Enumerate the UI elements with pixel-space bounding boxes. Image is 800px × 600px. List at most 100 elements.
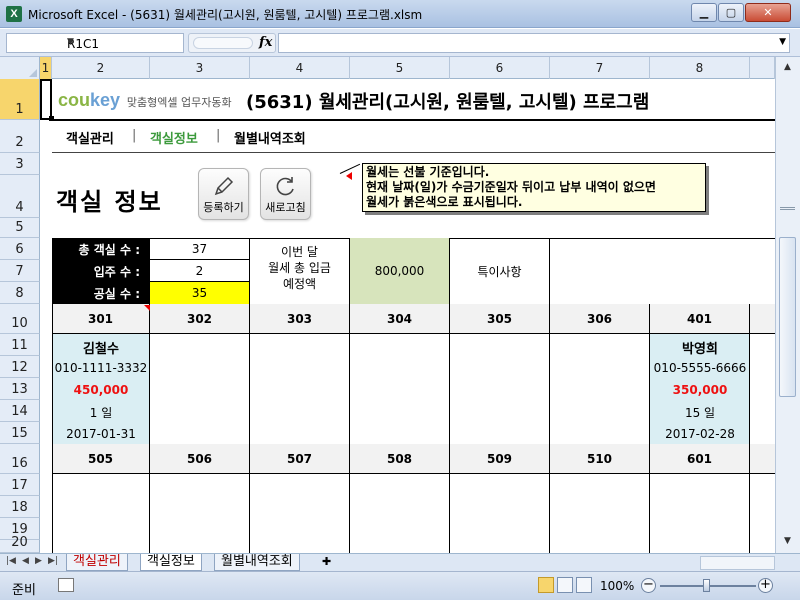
room-number[interactable]: 401: [650, 304, 750, 334]
row-header[interactable]: 14: [0, 400, 40, 422]
room-number[interactable]: 507: [250, 444, 350, 474]
chevron-down-icon[interactable]: ▼: [67, 37, 179, 47]
row-header[interactable]: 5: [0, 218, 40, 238]
zoom-out-icon[interactable]: −: [641, 578, 656, 593]
scroll-down-icon[interactable]: ▼: [779, 533, 796, 550]
close-button[interactable]: ✕: [745, 3, 791, 22]
row-header[interactable]: 17: [0, 474, 40, 496]
row-header[interactable]: 11: [0, 334, 40, 356]
expected-rent-value[interactable]: 800,000: [350, 238, 450, 304]
row-header[interactable]: 18: [0, 496, 40, 518]
row-header[interactable]: 3: [0, 153, 40, 175]
row-header[interactable]: 6: [0, 238, 40, 260]
insert-function-icon[interactable]: fx: [259, 35, 272, 50]
room-card-empty[interactable]: [350, 474, 450, 553]
room-number[interactable]: 506: [150, 444, 250, 474]
select-all-button[interactable]: [0, 57, 40, 79]
column-header[interactable]: 8: [650, 57, 750, 79]
room-number[interactable]: 601: [650, 444, 750, 474]
row-header[interactable]: 4: [0, 175, 40, 218]
room-number[interactable]: 304: [350, 304, 450, 334]
row-header[interactable]: 7: [0, 260, 40, 282]
room-card-empty[interactable]: [550, 334, 650, 444]
tab-room-info[interactable]: 객실정보: [140, 554, 202, 571]
name-box[interactable]: R1C1 ▼: [6, 33, 184, 53]
row-header[interactable]: 16: [0, 444, 40, 474]
room-card-empty[interactable]: [150, 334, 250, 444]
room-number[interactable]: 505: [52, 444, 150, 474]
nav-separator: |: [132, 128, 137, 143]
refresh-button[interactable]: 새로고침: [260, 168, 311, 220]
macro-record-icon[interactable]: [58, 578, 74, 592]
nav-room-info[interactable]: 객실정보: [150, 128, 198, 147]
column-header[interactable]: 5: [350, 57, 450, 79]
horizontal-scrollbar[interactable]: [700, 556, 775, 570]
column-header[interactable]: 7: [550, 57, 650, 79]
column-header[interactable]: 3: [150, 57, 250, 79]
room-number[interactable]: 301: [52, 304, 150, 334]
prev-sheet-icon[interactable]: ◀: [22, 556, 29, 566]
scroll-up-icon[interactable]: ▲: [779, 59, 796, 76]
room-number[interactable]: 510: [550, 444, 650, 474]
contract-date: 2017-01-31: [66, 427, 136, 441]
formula-input[interactable]: ▼: [278, 33, 790, 53]
room-card-empty[interactable]: [250, 334, 350, 444]
zoom-level[interactable]: 100%: [600, 579, 634, 593]
minimize-button[interactable]: ▁: [691, 3, 717, 22]
nav-room-management[interactable]: 객실관리: [66, 128, 114, 147]
first-sheet-icon[interactable]: |◀: [6, 556, 16, 566]
register-button[interactable]: 등록하기: [198, 168, 249, 220]
selected-cell[interactable]: [40, 79, 52, 120]
formula-resize-handle[interactable]: [193, 37, 253, 49]
occupied-value[interactable]: 2: [150, 260, 250, 282]
room-number[interactable]: 509: [450, 444, 550, 474]
total-rooms-value[interactable]: 37: [150, 238, 250, 260]
next-sheet-icon[interactable]: ▶: [35, 556, 42, 566]
room-number[interactable]: 305: [450, 304, 550, 334]
last-sheet-icon[interactable]: ▶|: [48, 556, 58, 566]
zoom-slider-thumb[interactable]: [703, 579, 710, 592]
row-header[interactable]: 15: [0, 422, 40, 444]
page-break-preview-icon[interactable]: [576, 577, 592, 593]
expand-formula-icon[interactable]: ▼: [779, 37, 786, 47]
nav-monthly-history[interactable]: 월별내역조회: [234, 128, 306, 147]
split-handle[interactable]: [780, 207, 795, 210]
room-card-empty[interactable]: [250, 474, 350, 553]
zoom-in-icon[interactable]: +: [758, 578, 773, 593]
tenant-name: 김철수: [83, 341, 119, 357]
normal-view-icon[interactable]: [538, 577, 554, 593]
column-header[interactable]: 4: [250, 57, 350, 79]
row-header[interactable]: 13: [0, 378, 40, 400]
row-header[interactable]: 10: [0, 304, 40, 334]
room-card-empty[interactable]: [550, 474, 650, 553]
vacant-value[interactable]: 35: [150, 282, 250, 304]
room-number[interactable]: 303: [250, 304, 350, 334]
column-header[interactable]: 6: [450, 57, 550, 79]
scroll-thumb[interactable]: [779, 237, 796, 397]
room-number[interactable]: 302: [150, 304, 250, 334]
room-card-empty[interactable]: [450, 334, 550, 444]
column-header[interactable]: [750, 57, 775, 79]
column-header[interactable]: 1: [40, 57, 52, 79]
room-card-empty[interactable]: [52, 474, 150, 553]
room-card-empty[interactable]: [150, 474, 250, 553]
tab-monthly-history[interactable]: 월별내역조회: [214, 554, 300, 571]
row-header[interactable]: 2: [0, 120, 40, 153]
row-header[interactable]: 20: [0, 535, 40, 553]
room-number[interactable]: 306: [550, 304, 650, 334]
insert-sheet-icon[interactable]: ✚: [322, 555, 340, 569]
tab-room-management[interactable]: 객실관리: [66, 554, 128, 571]
row-header[interactable]: 1: [0, 79, 40, 120]
remarks-field[interactable]: [550, 238, 775, 304]
worksheet[interactable]: coukey 맞춤형엑셀 업무자동화 (5631) 월세관리(고시원, 원룸텔,…: [40, 79, 775, 553]
maximize-button[interactable]: ▢: [718, 3, 744, 22]
room-card-empty[interactable]: [350, 334, 450, 444]
row-header[interactable]: 12: [0, 356, 40, 378]
room-number[interactable]: 508: [350, 444, 450, 474]
row-header[interactable]: 8: [0, 282, 40, 304]
page-layout-icon[interactable]: [557, 577, 573, 593]
column-header[interactable]: 2: [52, 57, 150, 79]
room-card-empty[interactable]: [650, 474, 750, 553]
room-card-empty[interactable]: [450, 474, 550, 553]
vertical-scrollbar[interactable]: ▲ ▼: [775, 57, 800, 553]
